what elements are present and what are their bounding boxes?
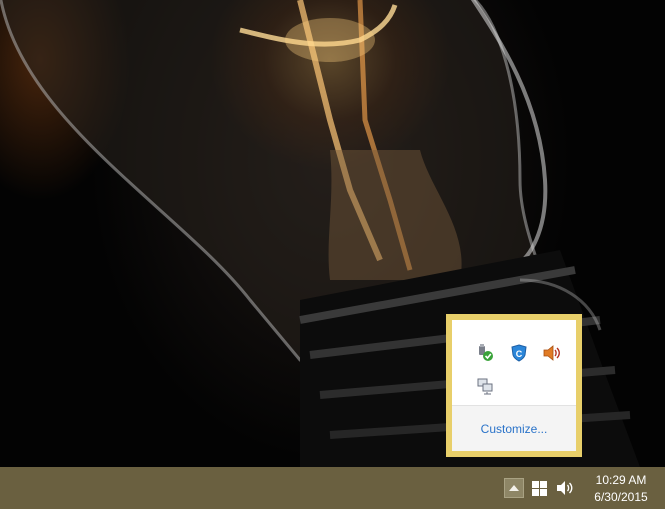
speaker-icon[interactable] (542, 343, 562, 363)
network-icon[interactable] (475, 376, 495, 396)
security-shield-icon[interactable]: C (509, 343, 529, 363)
usb-safely-remove-icon[interactable] (475, 343, 495, 363)
show-hidden-icons-button[interactable] (504, 478, 524, 498)
customize-link[interactable]: Customize... (481, 422, 548, 436)
taskbar-clock[interactable]: 10:29 AM 6/30/2015 (585, 472, 657, 506)
tray-icon-grid: C (452, 320, 576, 405)
customize-footer: Customize... (452, 406, 576, 451)
chevron-up-icon (509, 485, 519, 491)
volume-icon[interactable] (555, 479, 575, 497)
clock-date: 6/30/2015 (594, 490, 648, 504)
svg-text:C: C (516, 349, 523, 359)
action-center-flag-icon[interactable] (532, 481, 547, 496)
notification-overflow-panel: C Customize... (446, 314, 582, 457)
notification-overflow-content: C Customize... (452, 320, 576, 451)
clock-time: 10:29 AM (595, 473, 647, 487)
